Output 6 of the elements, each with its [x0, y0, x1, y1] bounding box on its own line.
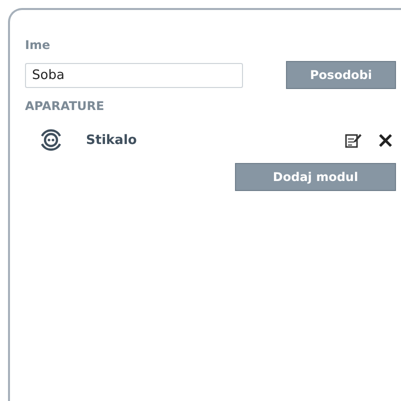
device-name: Stikalo: [86, 132, 138, 148]
name-field[interactable]: Soba: [25, 62, 243, 88]
add-module-button[interactable]: Dodaj modul: [235, 163, 396, 191]
name-label: Ime: [25, 38, 52, 54]
section-heading: APARATURE: [25, 99, 106, 113]
update-button[interactable]: Posodobi: [286, 61, 396, 89]
